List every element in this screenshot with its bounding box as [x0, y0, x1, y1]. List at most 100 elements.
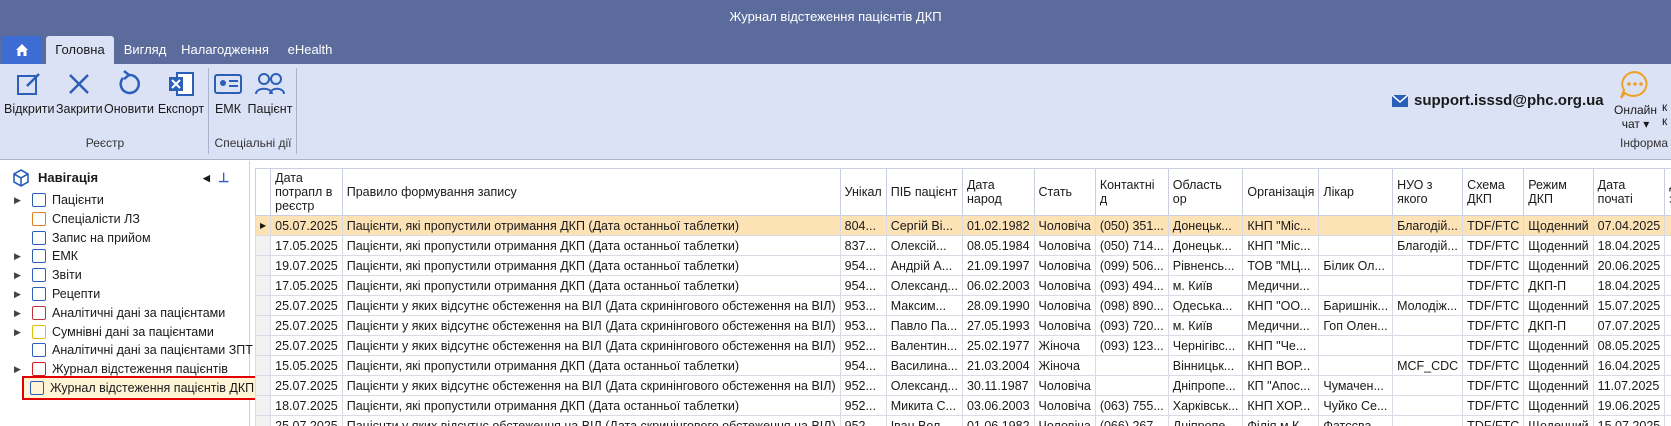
table-cell: TDF/FTC	[1462, 255, 1525, 276]
tab-ehealth[interactable]: eHealth	[280, 36, 340, 64]
nav-item-icon	[32, 324, 46, 339]
support-email[interactable]: support.isssd@phc.org.ua	[1392, 92, 1604, 109]
table-cell: 18.04.2025	[1592, 235, 1666, 256]
table-cell: Дніпропе...	[1167, 375, 1244, 396]
expand-arrow-icon[interactable]: ▶	[14, 190, 26, 210]
table-cell: 01.06.1982	[961, 415, 1035, 426]
nav-item[interactable]: ▶ ЕМК	[0, 246, 78, 266]
column-header[interactable]: Область ор	[1167, 168, 1244, 216]
table-cell: КНП "ОО...	[1242, 295, 1320, 316]
column-header[interactable]: Режим ДКП	[1523, 168, 1594, 216]
column-header[interactable]: Схема ДКП	[1462, 168, 1525, 216]
table-row[interactable]: 25.07.2025 Пацієнти у яких відсутнє обсте…	[255, 415, 1671, 426]
patient-button[interactable]: Пацієнт	[246, 68, 294, 128]
truncated-label: к	[1662, 114, 1668, 128]
column-header[interactable]: Стать	[1033, 168, 1096, 216]
table-row[interactable]: 25.07.2025 Пацієнти у яких відсутнє обсте…	[255, 295, 1671, 316]
table-row[interactable]: 17.05.2025 Пацієнти, які пропустили отрим…	[255, 235, 1671, 256]
nav-item[interactable]: ▶ Сумнівні дані за пацієнтами	[0, 322, 214, 342]
table-cell: (099) 506...	[1094, 255, 1169, 276]
table-row[interactable]: 25.07.2025 Пацієнти у яких відсутнє обсте…	[255, 315, 1671, 336]
tab-settings[interactable]: Налагодження	[180, 36, 270, 64]
export-button[interactable]: Експорт	[156, 68, 206, 128]
expand-arrow-icon[interactable]: ▶	[14, 359, 26, 379]
expand-arrow-icon[interactable]: ▶	[14, 284, 26, 304]
nav-item-label: Сумнівні дані за пацієнтами	[52, 324, 214, 339]
table-cell: 15.07.2025	[1592, 415, 1666, 426]
column-header[interactable]: Д з	[1664, 168, 1671, 216]
table-cell: Пацієнти у яких відсутнє обстеження на В…	[341, 335, 841, 356]
table-cell: 11.07.2025	[1592, 375, 1666, 396]
table-row[interactable]: 25.07.2025 Пацієнти у яких відсутнє обсте…	[255, 335, 1671, 356]
nav-item[interactable]: ▶ Рецепти	[0, 284, 100, 304]
nav-item-icon	[30, 381, 44, 395]
nav-item[interactable]: ▶ Звіти	[0, 265, 82, 285]
column-header[interactable]: Правило формування запису	[341, 168, 841, 216]
open-button[interactable]: Відкрити	[4, 68, 55, 128]
table-cell	[1094, 375, 1169, 396]
table-row[interactable]: 15.05.2025 Пацієнти, які пропустили отрим…	[255, 355, 1671, 376]
table-cell	[1664, 215, 1671, 236]
column-header[interactable]: Унікал	[839, 168, 887, 216]
nav-item-icon	[32, 305, 46, 320]
nav-item-icon	[32, 287, 46, 301]
table-cell: 07.07.2025	[1592, 315, 1666, 336]
column-header[interactable]: Організація	[1242, 168, 1320, 216]
table-row[interactable]: 19.07.2025 Пацієнти, які пропустили отрим…	[255, 255, 1671, 276]
table-cell	[1318, 275, 1394, 296]
close-button[interactable]: Закрити	[56, 68, 103, 128]
table-cell: TDF/FTC	[1462, 275, 1525, 296]
row-indicator	[255, 255, 272, 276]
table-cell: Харківськ...	[1167, 395, 1244, 416]
expand-arrow-icon[interactable]: ▶	[14, 246, 26, 266]
nav-item[interactable]: Спеціалісти ЛЗ	[0, 209, 140, 229]
mail-icon	[1392, 94, 1408, 107]
table-cell: 25.07.2025	[270, 295, 343, 316]
online-chat-button[interactable]: Онлайн чат ▾	[1614, 70, 1657, 131]
emk-button[interactable]: ЕМК	[212, 68, 244, 128]
table-cell: MCF_CDC	[1392, 355, 1464, 376]
id-card-icon	[214, 74, 242, 94]
table-cell	[1392, 415, 1464, 426]
table-cell: Щоденний	[1523, 355, 1594, 376]
nav-item[interactable]: Журнал відстеження пацієнтів ДКП	[21, 376, 261, 400]
table-cell: Медични...	[1242, 315, 1320, 336]
column-header[interactable]: Лікар	[1318, 168, 1394, 216]
table-cell: TDF/FTC	[1462, 315, 1525, 336]
table-row[interactable]: 25.07.2025 Пацієнти у яких відсутнє обсте…	[255, 375, 1671, 396]
row-indicator	[255, 375, 272, 396]
expand-arrow-icon[interactable]: ▶	[14, 322, 26, 342]
home-icon[interactable]	[2, 36, 42, 64]
table-row[interactable]: ▶ 05.07.2025 Пацієнти, які пропустили отри…	[255, 215, 1671, 236]
nav-item[interactable]: ▶ Пацієнти	[0, 190, 104, 210]
table-cell: (066) 267...	[1094, 415, 1169, 426]
table-cell: TDF/FTC	[1462, 395, 1525, 416]
nav-item[interactable]: ▶ Журнал відстеження пацієнтів	[0, 359, 228, 379]
expand-arrow-icon[interactable]: ▶	[14, 303, 26, 323]
nav-item-label: Спеціалісти ЛЗ	[52, 211, 140, 226]
group-label-special: Спеціальні дії	[214, 136, 292, 150]
column-header[interactable]: Дата народ	[961, 168, 1035, 216]
expand-arrow-icon[interactable]: ▶	[14, 265, 26, 285]
table-row[interactable]: 18.07.2025 Пацієнти, які пропустили отрим…	[255, 395, 1671, 416]
column-header[interactable]: Дата потрапл в реєстр	[270, 168, 343, 216]
table-cell: 952...	[839, 375, 887, 396]
pin-icon[interactable]: ⊥	[218, 161, 229, 195]
nav-item[interactable]: ▶ Аналітичні дані за пацієнтами	[0, 303, 225, 323]
nav-item-icon	[32, 362, 46, 377]
tab-view[interactable]: Вигляд	[118, 36, 172, 64]
nav-item[interactable]: Аналітичні дані за пацієнтами ЗПТ	[0, 340, 253, 360]
table-row[interactable]: 17.05.2025 Пацієнти, які пропустили отрим…	[255, 275, 1671, 296]
table-cell: Валентин...	[885, 335, 963, 356]
refresh-button[interactable]: Оновити	[104, 68, 154, 128]
table-cell: ДКП-П	[1523, 275, 1594, 296]
tab-home[interactable]: Головна	[46, 36, 114, 64]
collapse-icon[interactable]: ◀	[203, 161, 210, 195]
table-cell: 954...	[839, 355, 887, 376]
column-header[interactable]: Контактні д	[1094, 168, 1169, 216]
table-cell: 804...	[839, 215, 887, 236]
column-header[interactable]: ПІБ пацієнт	[885, 168, 963, 216]
column-header[interactable]: Дата початі	[1592, 168, 1666, 216]
nav-item[interactable]: Запис на прийом	[0, 228, 151, 248]
column-header[interactable]: НУО з якого	[1392, 168, 1464, 216]
